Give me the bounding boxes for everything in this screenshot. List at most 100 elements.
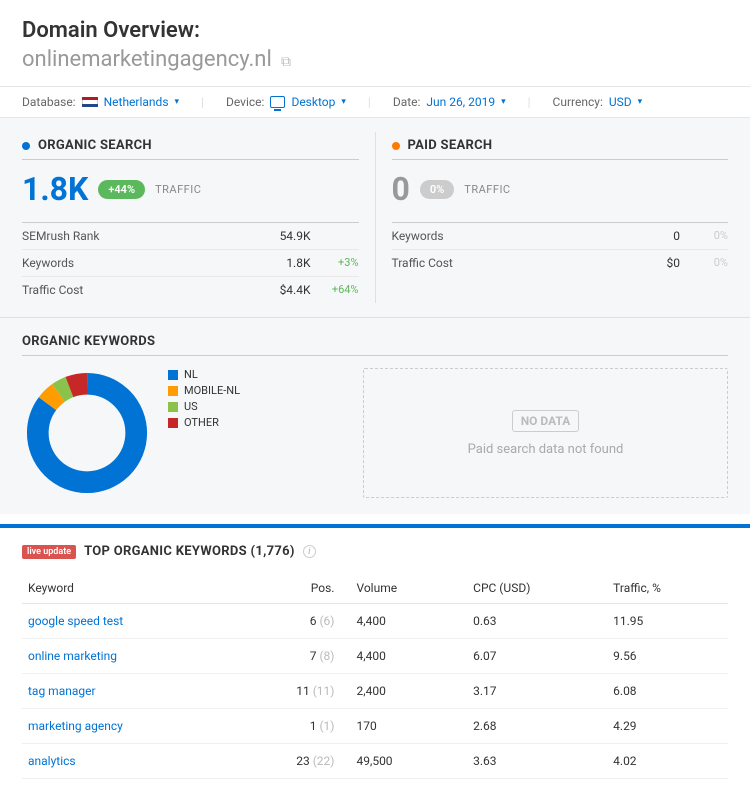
table-row: marketing agency 1 (1)1702.684.29 bbox=[22, 709, 728, 744]
stat-row: Traffic Cost $4.4K +64% bbox=[22, 276, 359, 303]
legend-label: US bbox=[184, 400, 198, 413]
filter-label: Database: bbox=[22, 95, 76, 109]
cell-traffic: 6.08 bbox=[607, 674, 728, 709]
keyword-link[interactable]: analytics bbox=[28, 754, 76, 768]
cell-volume: 2,400 bbox=[340, 674, 467, 709]
legend-item[interactable]: OTHER bbox=[168, 416, 240, 429]
organic-traffic-value[interactable]: 1.8K bbox=[22, 170, 88, 208]
legend-item[interactable]: MOBILE-NL bbox=[168, 384, 240, 397]
cell-pos: 1 (1) bbox=[239, 709, 341, 744]
separator: | bbox=[528, 95, 531, 109]
cell-volume: 4,400 bbox=[340, 639, 467, 674]
dot-icon bbox=[392, 142, 400, 150]
traffic-label: TRAFFIC bbox=[155, 183, 201, 196]
no-data-box: NO DATA Paid search data not found bbox=[363, 368, 728, 498]
paid-traffic-value[interactable]: 0 bbox=[392, 170, 410, 208]
legend-label: NL bbox=[184, 368, 198, 381]
cell-cpc: 2.68 bbox=[467, 709, 607, 744]
paid-traffic-delta: 0% bbox=[420, 180, 454, 199]
filter-bar: Database: Netherlands ▾ | Device: Deskto… bbox=[0, 86, 750, 118]
cell-traffic: 9.56 bbox=[607, 639, 728, 674]
chevron-down-icon: ▾ bbox=[638, 97, 643, 107]
stat-row: Keywords 0 0% bbox=[392, 222, 729, 249]
keyword-link[interactable]: marketing agency bbox=[28, 719, 123, 733]
legend-swatch bbox=[168, 386, 178, 396]
stat-delta: +64% bbox=[321, 283, 359, 297]
cell-traffic: 4.29 bbox=[607, 709, 728, 744]
page-title: Domain Overview: bbox=[22, 18, 728, 43]
keyword-link[interactable]: tag manager bbox=[28, 684, 96, 698]
cell-cpc: 3.63 bbox=[467, 744, 607, 779]
stat-row: Traffic Cost$00% bbox=[392, 249, 729, 276]
cell-volume: 4,400 bbox=[340, 604, 467, 639]
legend-swatch bbox=[168, 370, 178, 380]
col-keyword[interactable]: Keyword bbox=[22, 573, 239, 604]
panel-title: PAID SEARCH bbox=[408, 138, 493, 153]
separator: | bbox=[201, 95, 204, 109]
filter-label: Date: bbox=[393, 95, 421, 109]
domain-name: onlinemarketingagency.nl bbox=[22, 47, 272, 72]
keyword-link[interactable]: google speed test bbox=[28, 614, 123, 628]
filter-database[interactable]: Database: Netherlands ▾ bbox=[22, 95, 179, 109]
filter-label: Currency: bbox=[553, 95, 603, 109]
no-data-badge: NO DATA bbox=[512, 410, 580, 432]
filter-device[interactable]: Device: Desktop ▾ bbox=[226, 95, 346, 109]
col-traffic[interactable]: Traffic, % bbox=[607, 573, 728, 604]
stat-delta bbox=[321, 229, 359, 243]
stat-name: Keywords bbox=[392, 229, 444, 243]
organic-keywords-title: ORGANIC KEYWORDS bbox=[22, 334, 728, 356]
stat-value: 0 bbox=[673, 229, 680, 243]
stat-row: Keywords1.8K+3% bbox=[22, 249, 359, 276]
table-row: tag manager11 (11)2,4003.176.08 bbox=[22, 674, 728, 709]
cell-pos: 7 (8) bbox=[239, 639, 341, 674]
cell-cpc: 0.63 bbox=[467, 604, 607, 639]
legend-label: OTHER bbox=[184, 416, 219, 429]
organic-traffic-delta: +44% bbox=[98, 180, 145, 199]
cell-cpc: 3.17 bbox=[467, 674, 607, 709]
cell-pos: 23 (22) bbox=[239, 744, 341, 779]
filter-label: Device: bbox=[226, 95, 264, 109]
chevron-down-icon: ▾ bbox=[175, 97, 180, 107]
table-row: analytics 23 (22)49,5003.634.02 bbox=[22, 744, 728, 779]
cell-volume: 170 bbox=[340, 709, 467, 744]
stat-delta: 0% bbox=[690, 229, 728, 243]
top-keywords-title: TOP ORGANIC KEYWORDS (1,776) bbox=[84, 544, 295, 559]
table-row: online marketing 7 (8)4,4006.079.56 bbox=[22, 639, 728, 674]
col-cpc[interactable]: CPC (USD) bbox=[467, 573, 607, 604]
filter-currency[interactable]: Currency: USD ▾ bbox=[553, 95, 643, 109]
stat-row: SEMrush Rank54.9K bbox=[22, 222, 359, 249]
cell-pos: 6 (6) bbox=[239, 604, 341, 639]
external-link-icon[interactable]: ⧉ bbox=[281, 54, 291, 70]
keyword-link[interactable]: online marketing bbox=[28, 649, 117, 663]
traffic-label: TRAFFIC bbox=[464, 183, 510, 196]
cell-cpc: 6.07 bbox=[467, 639, 607, 674]
live-update-badge: live update bbox=[22, 545, 76, 559]
table-row: google speed test 6 (6)4,4000.6311.95 bbox=[22, 604, 728, 639]
paid-search-panel: PAID SEARCH 0 0% TRAFFIC Keywords00%Traf… bbox=[392, 132, 729, 303]
desktop-icon bbox=[270, 96, 285, 108]
separator: | bbox=[368, 95, 371, 109]
stat-delta: 0% bbox=[690, 256, 728, 270]
legend-item[interactable]: US bbox=[168, 400, 240, 413]
legend-item[interactable]: NL bbox=[168, 368, 240, 381]
stat-name: Traffic Cost bbox=[392, 256, 453, 270]
filter-value: Desktop bbox=[291, 95, 335, 109]
keywords-table: Keyword Pos. Volume CPC (USD) Traffic, %… bbox=[22, 573, 728, 779]
cell-traffic: 4.02 bbox=[607, 744, 728, 779]
legend-swatch bbox=[168, 402, 178, 412]
stat-name: SEMrush Rank bbox=[22, 229, 100, 243]
chevron-down-icon: ▾ bbox=[341, 97, 346, 107]
stat-name: Traffic Cost bbox=[22, 283, 83, 297]
info-icon[interactable]: i bbox=[303, 545, 316, 558]
cell-volume: 49,500 bbox=[340, 744, 467, 779]
dot-icon bbox=[22, 142, 30, 150]
col-volume[interactable]: Volume bbox=[340, 573, 467, 604]
filter-date[interactable]: Date: Jun 26, 2019 ▾ bbox=[393, 95, 506, 109]
stat-delta: +3% bbox=[321, 256, 359, 270]
legend-label: MOBILE-NL bbox=[184, 384, 240, 397]
cell-traffic: 11.95 bbox=[607, 604, 728, 639]
filter-value: Jun 26, 2019 bbox=[426, 95, 495, 109]
col-pos[interactable]: Pos. bbox=[239, 573, 341, 604]
donut-chart[interactable] bbox=[22, 368, 152, 498]
stat-value: $4.4K bbox=[280, 283, 311, 297]
